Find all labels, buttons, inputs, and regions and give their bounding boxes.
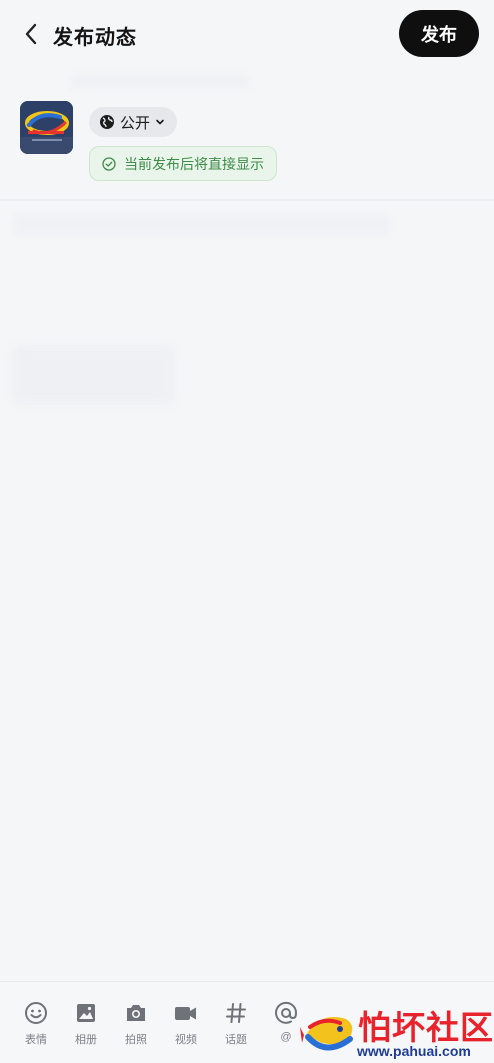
chevron-left-icon — [25, 23, 37, 45]
visibility-label: 公开 — [120, 114, 151, 132]
toolbar-item-topic[interactable]: 话题 — [213, 1000, 259, 1050]
toolbar-item-emoji[interactable]: 表情 — [13, 1000, 59, 1050]
toolbar-item-camera[interactable]: 拍照 — [113, 1000, 159, 1050]
fish-logo-icon — [300, 1017, 353, 1051]
hashtag-icon — [226, 1003, 246, 1023]
blurred-area — [70, 75, 250, 89]
publish-button[interactable]: 发布 — [399, 10, 479, 57]
compose-post-page: 发布动态 发布 公开 当前发布后将直接显示 表情 相册 拍照 视频 话题 @ 怕… — [0, 0, 494, 1063]
avatar-logo — [20, 101, 73, 154]
at-icon — [275, 1001, 298, 1024]
toolbar-label: 相册 — [75, 1034, 97, 1046]
watermark: 怕坏社区 www.pahuai.com — [300, 997, 494, 1063]
visibility-selector[interactable]: 公开 — [89, 107, 178, 137]
notice-text: 当前发布后将直接显示 — [124, 155, 264, 172]
toolbar-label: 视频 — [175, 1034, 197, 1046]
smile-icon — [25, 1002, 47, 1024]
back-button[interactable] — [18, 20, 44, 48]
chevron-down-icon — [156, 119, 164, 125]
divider — [0, 199, 494, 201]
globe-icon — [100, 115, 114, 129]
toolbar-label: @ — [280, 1031, 292, 1043]
check-circle-icon — [102, 156, 116, 171]
blurred-text-input[interactable] — [14, 214, 390, 236]
toolbar-item-album[interactable]: 相册 — [63, 1000, 109, 1050]
watermark-url: www.pahuai.com — [357, 1043, 471, 1059]
header: 发布动态 发布 — [0, 0, 494, 70]
toolbar-label: 表情 — [25, 1034, 47, 1046]
watermark-title: 怕坏社区 — [358, 1008, 494, 1047]
blurred-content — [12, 345, 174, 405]
video-icon — [175, 1007, 196, 1020]
toolbar-item-video[interactable]: 视频 — [163, 1000, 209, 1050]
toolbar-label: 话题 — [225, 1034, 247, 1046]
camera-icon — [127, 1005, 145, 1021]
image-icon — [77, 1004, 95, 1022]
avatar[interactable] — [20, 101, 73, 154]
page-title: 发布动态 — [53, 27, 137, 49]
toolbar-label: 拍照 — [125, 1034, 147, 1046]
publish-notice: 当前发布后将直接显示 — [89, 146, 277, 181]
